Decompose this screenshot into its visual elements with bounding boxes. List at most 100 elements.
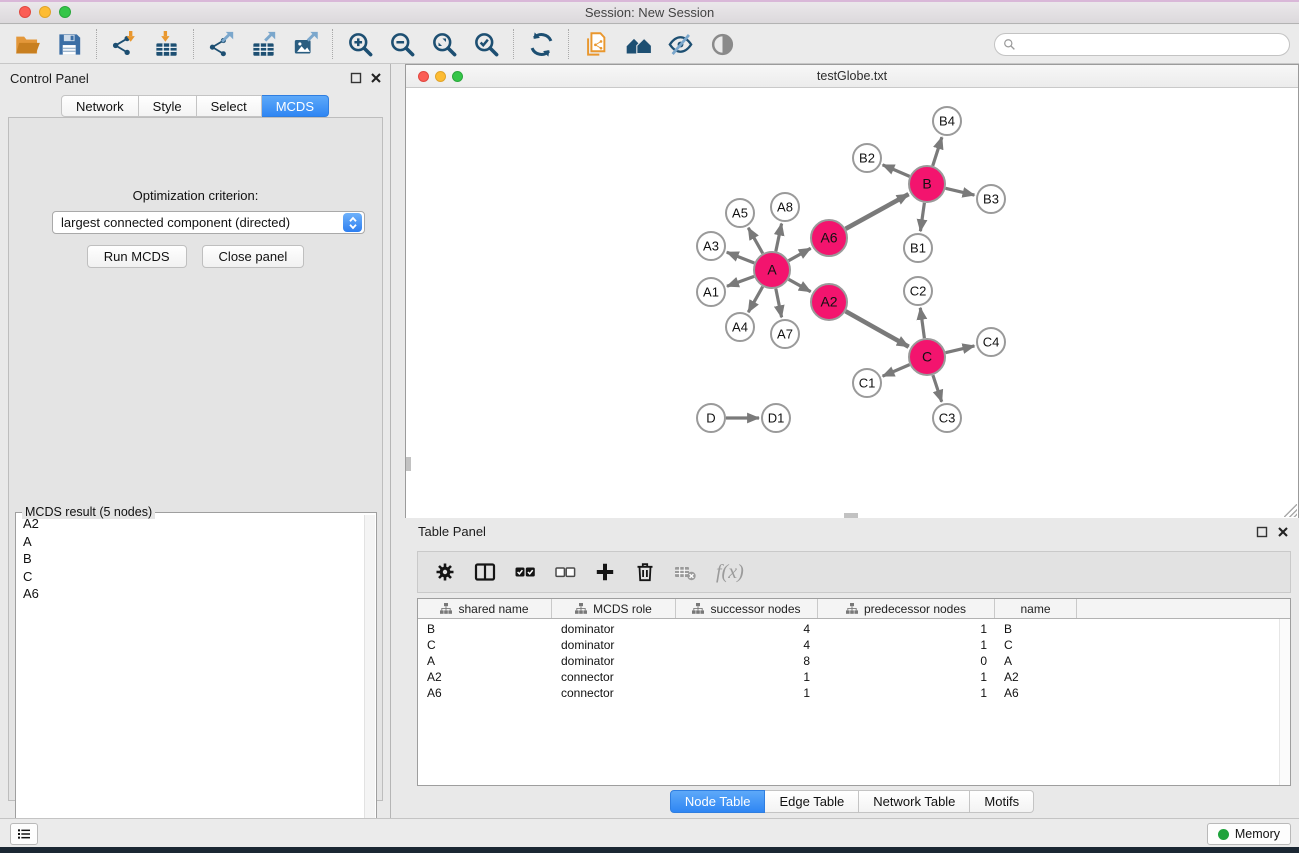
- zoom-in-icon[interactable]: [345, 29, 375, 59]
- tab-network[interactable]: Network: [61, 95, 139, 117]
- export-table-icon[interactable]: [248, 29, 278, 59]
- zoom-out-icon[interactable]: [387, 29, 417, 59]
- node-D1[interactable]: D1: [762, 404, 790, 432]
- table-row[interactable]: A2connector11A2: [418, 669, 1290, 685]
- node-C[interactable]: C: [909, 339, 945, 375]
- column-header-predecessor-nodes[interactable]: predecessor nodes: [818, 599, 995, 618]
- table-cell[interactable]: A2: [995, 669, 1077, 685]
- tab-mcds[interactable]: MCDS: [262, 95, 329, 117]
- table-row[interactable]: Cdominator41C: [418, 637, 1290, 653]
- table-cell[interactable]: A: [418, 653, 552, 669]
- hide-panel-icon[interactable]: [665, 29, 695, 59]
- node-A3[interactable]: A3: [697, 232, 725, 260]
- resize-grip[interactable]: [1284, 504, 1297, 517]
- node-B[interactable]: B: [909, 166, 945, 202]
- table-cell[interactable]: dominator: [552, 637, 676, 653]
- node-B1[interactable]: B1: [904, 234, 932, 262]
- export-network-icon[interactable]: [206, 29, 236, 59]
- edge-A6-B[interactable]: [846, 194, 909, 229]
- import-table-icon[interactable]: [151, 29, 181, 59]
- select-all-icon[interactable]: [512, 559, 538, 585]
- node-A6[interactable]: A6: [811, 220, 847, 256]
- edge-B-B1[interactable]: [920, 203, 924, 231]
- open-session-icon[interactable]: [12, 29, 42, 59]
- column-header-MCDS-role[interactable]: MCDS role: [552, 599, 676, 618]
- table-scrollbar[interactable]: [1279, 619, 1290, 785]
- table-row[interactable]: Adominator80A: [418, 653, 1290, 669]
- close-table-panel-icon[interactable]: [1277, 526, 1289, 538]
- table-cell[interactable]: 4: [676, 621, 818, 637]
- import-network-icon[interactable]: [109, 29, 139, 59]
- close-panel-button[interactable]: Close panel: [202, 245, 305, 268]
- node-A1[interactable]: A1: [697, 278, 725, 306]
- edge-A-A7[interactable]: [776, 289, 782, 318]
- edge-C-C3[interactable]: [933, 375, 942, 402]
- memory-button[interactable]: Memory: [1207, 823, 1291, 845]
- result-item[interactable]: C: [17, 568, 363, 586]
- clone-network-icon[interactable]: [581, 29, 611, 59]
- export-image-icon[interactable]: [290, 29, 320, 59]
- table-cell[interactable]: A6: [418, 685, 552, 701]
- home-layout-icon[interactable]: [623, 29, 653, 59]
- node-B2[interactable]: B2: [853, 144, 881, 172]
- edge-C-C1[interactable]: [883, 365, 910, 377]
- edge-A-A3[interactable]: [727, 252, 755, 263]
- edge-A-A1[interactable]: [727, 276, 754, 286]
- node-A4[interactable]: A4: [726, 313, 754, 341]
- result-item[interactable]: A2: [17, 515, 363, 533]
- table-cell[interactable]: A: [995, 653, 1077, 669]
- zoom-fit-icon[interactable]: [429, 29, 459, 59]
- table-cell[interactable]: 1: [818, 685, 995, 701]
- edge-B-B3[interactable]: [946, 188, 975, 195]
- table-cell[interactable]: 4: [676, 637, 818, 653]
- table-settings-icon[interactable]: [432, 559, 458, 585]
- tab-edge-table[interactable]: Edge Table: [765, 790, 859, 813]
- criterion-dropdown[interactable]: largest connected component (directed): [52, 211, 365, 234]
- node-A2[interactable]: A2: [811, 284, 847, 320]
- table-cell[interactable]: A2: [418, 669, 552, 685]
- node-A[interactable]: A: [754, 252, 790, 288]
- table-cell[interactable]: dominator: [552, 621, 676, 637]
- node-C3[interactable]: C3: [933, 404, 961, 432]
- table-row[interactable]: Bdominator41B: [418, 621, 1290, 637]
- zoom-selected-icon[interactable]: [471, 29, 501, 59]
- node-A7[interactable]: A7: [771, 320, 799, 348]
- edge-B-B2[interactable]: [883, 165, 910, 177]
- search-field[interactable]: [994, 33, 1290, 56]
- node-C2[interactable]: C2: [904, 277, 932, 305]
- table-row[interactable]: A6connector11A6: [418, 685, 1290, 701]
- result-item[interactable]: A6: [17, 585, 363, 603]
- table-cell[interactable]: 1: [818, 621, 995, 637]
- run-mcds-button[interactable]: Run MCDS: [87, 245, 187, 268]
- table-cell[interactable]: A6: [995, 685, 1077, 701]
- node-A8[interactable]: A8: [771, 193, 799, 221]
- split-view-icon[interactable]: [472, 559, 498, 585]
- node-C1[interactable]: C1: [853, 369, 881, 397]
- tab-style[interactable]: Style: [139, 95, 197, 117]
- column-header-successor-nodes[interactable]: successor nodes: [676, 599, 818, 618]
- edge-A-A2[interactable]: [789, 279, 811, 291]
- table-cell[interactable]: 1: [676, 669, 818, 685]
- save-session-icon[interactable]: [54, 29, 84, 59]
- tab-node-table[interactable]: Node Table: [670, 790, 766, 813]
- node-B4[interactable]: B4: [933, 107, 961, 135]
- network-canvas[interactable]: AA1A2A3A4A5A6A7A8BB1B2B3B4CC1C2C3C4DD1: [406, 88, 1298, 518]
- table-cell[interactable]: 1: [818, 669, 995, 685]
- column-header-shared-name[interactable]: shared name: [418, 599, 552, 618]
- table-cell[interactable]: C: [418, 637, 552, 653]
- table-cell[interactable]: connector: [552, 669, 676, 685]
- table-cell[interactable]: 1: [818, 637, 995, 653]
- float-table-panel-icon[interactable]: [1256, 526, 1268, 538]
- result-scrollbar[interactable]: [364, 515, 375, 849]
- table-cell[interactable]: 8: [676, 653, 818, 669]
- node-B3[interactable]: B3: [977, 185, 1005, 213]
- result-item[interactable]: B: [17, 550, 363, 568]
- show-panel-icon[interactable]: [707, 29, 737, 59]
- tab-motifs[interactable]: Motifs: [970, 790, 1034, 813]
- node-A5[interactable]: A5: [726, 199, 754, 227]
- table-cell[interactable]: 1: [676, 685, 818, 701]
- table-cell[interactable]: dominator: [552, 653, 676, 669]
- edge-A-A5[interactable]: [748, 228, 762, 254]
- edge-A-A4[interactable]: [748, 287, 762, 313]
- edge-B-B4[interactable]: [933, 137, 942, 166]
